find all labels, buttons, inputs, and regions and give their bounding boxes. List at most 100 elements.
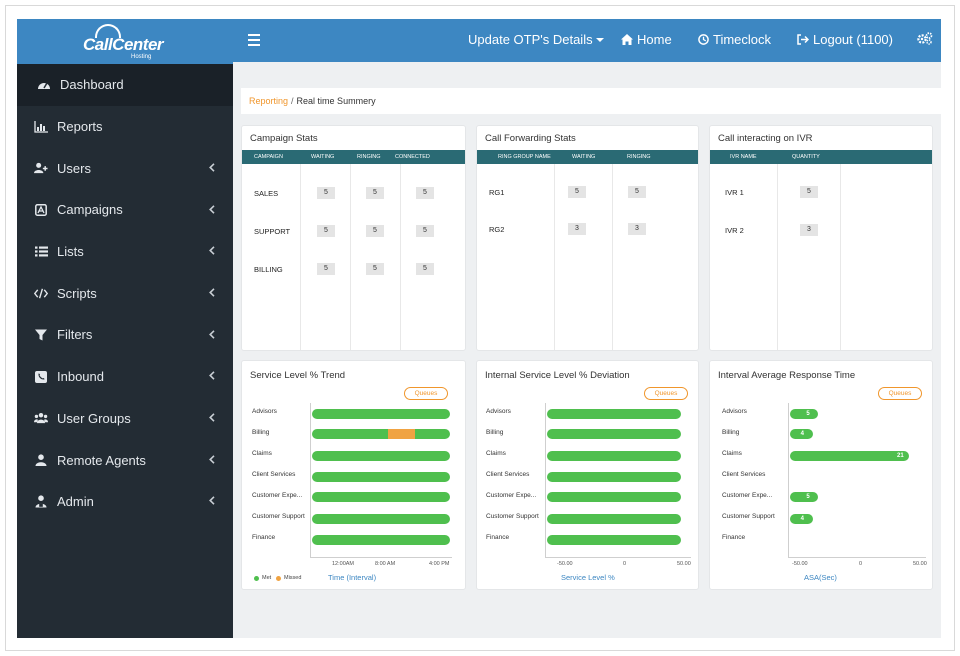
- column-divider: [400, 164, 401, 350]
- chevron-left-icon: [207, 328, 217, 340]
- cell-value: 5: [317, 187, 335, 199]
- call-forwarding-stats-panel: Call Forwarding Stats RING GROUP NAME WA…: [476, 125, 699, 351]
- clock-icon: [698, 34, 709, 45]
- sidebar-item-remote-agents[interactable]: Remote Agents: [17, 439, 233, 481]
- sidebar-item-users[interactable]: Users: [17, 147, 233, 189]
- home-label: Home: [637, 32, 672, 47]
- sidebar-item-label: Users: [57, 160, 91, 176]
- column-header: RING GROUP NAME: [498, 154, 551, 160]
- timeclock-link[interactable]: Timeclock: [698, 32, 771, 47]
- bar-chart-icon: [34, 120, 48, 134]
- settings-button[interactable]: [917, 32, 937, 45]
- cell-value: 3: [568, 223, 586, 235]
- category-label: Finance: [486, 534, 510, 541]
- cell-value: 5: [568, 186, 586, 198]
- x-axis-title: ASA(Sec): [804, 573, 837, 582]
- missed-bar: [387, 429, 416, 439]
- row-name: IVR 1: [725, 188, 744, 197]
- sidebar-item-dashboard[interactable]: Dashboard: [17, 64, 233, 106]
- cell-value: 5: [800, 186, 818, 198]
- chart-title: Internal Service Level % Deviation: [485, 370, 630, 381]
- logo-area[interactable]: CallCenter Hosting: [17, 19, 233, 64]
- chevron-left-icon: [207, 203, 217, 215]
- x-axis-title: Service Level %: [561, 573, 615, 582]
- sidebar-item-user-groups[interactable]: User Groups: [17, 398, 233, 440]
- cell-value: 5: [416, 187, 434, 199]
- cell-value: 5: [366, 225, 384, 237]
- callcenter-logo: CallCenter Hosting: [83, 23, 167, 60]
- home-link[interactable]: Home: [621, 32, 672, 47]
- cell-value: 5: [416, 263, 434, 275]
- met-bar: [312, 472, 450, 482]
- chevron-left-icon: [207, 495, 217, 507]
- met-bar: [312, 535, 450, 545]
- cell-value: 3: [628, 223, 646, 235]
- panel-title: Call Forwarding Stats: [485, 133, 576, 144]
- deviation-bar: [547, 451, 681, 461]
- category-label: Client Services: [722, 471, 766, 478]
- sidebar-item-admin[interactable]: Admin: [17, 481, 233, 523]
- chevron-left-icon: [207, 161, 217, 173]
- category-label: Billing: [486, 429, 504, 436]
- cell-value: 5: [317, 225, 335, 237]
- update-otp-dropdown[interactable]: Update OTP's Details: [468, 32, 604, 47]
- sidebar-item-campaigns[interactable]: Campaigns: [17, 189, 233, 231]
- filter-icon: [34, 328, 48, 342]
- category-label: Advisors: [722, 408, 747, 415]
- cell-value: 3: [800, 224, 818, 236]
- panel-title: Campaign Stats: [250, 133, 318, 144]
- category-label: Billing: [252, 429, 270, 436]
- legend-met: Met: [254, 575, 271, 581]
- queues-button[interactable]: Queues: [644, 387, 688, 400]
- column-divider: [554, 164, 555, 350]
- category-label: Customer Expe...: [722, 492, 773, 499]
- deviation-bar: [547, 429, 681, 439]
- deviation-bar: [547, 409, 681, 419]
- category-label: Client Services: [252, 471, 296, 478]
- category-label: Finance: [252, 534, 276, 541]
- category-label: Customer Support: [722, 513, 775, 520]
- sidebar-item-filters[interactable]: Filters: [17, 314, 233, 356]
- queues-button[interactable]: Queues: [878, 387, 922, 400]
- update-otp-label: Update OTP's Details: [468, 32, 593, 47]
- menu-toggle-icon[interactable]: [248, 34, 260, 46]
- cell-value: 5: [366, 187, 384, 199]
- x-tick-label: 0: [859, 561, 863, 567]
- queues-button[interactable]: Queues: [404, 387, 448, 400]
- breadcrumb-reporting-link[interactable]: Reporting: [249, 96, 288, 106]
- sidebar-item-scripts[interactable]: Scripts: [17, 272, 233, 314]
- row-name: IVR 2: [725, 226, 744, 235]
- legend-dot-met: [254, 575, 259, 581]
- logo-name: CallCenter: [83, 34, 164, 54]
- sidebar-item-label: Lists: [57, 244, 84, 260]
- logout-label: Logout (1100): [813, 32, 893, 47]
- sidebar-item-inbound[interactable]: Inbound: [17, 356, 233, 398]
- category-label: Customer Support: [252, 513, 305, 520]
- chevron-left-icon: [207, 370, 217, 382]
- row-name: RG1: [489, 188, 505, 197]
- sidebar-item-label: Campaigns: [57, 202, 123, 218]
- chevron-left-icon: [207, 453, 217, 465]
- sidebar-item-label: Dashboard: [60, 77, 124, 93]
- row-name: SUPPORT: [254, 227, 291, 236]
- bar-data-label: 5: [806, 411, 810, 417]
- sidebar-item-lists[interactable]: Lists: [17, 231, 233, 273]
- cell-value: 5: [628, 186, 646, 198]
- sidebar-item-reports[interactable]: Reports: [17, 106, 233, 148]
- chart-title: Service Level % Trend: [250, 370, 346, 381]
- logout-link[interactable]: Logout (1100): [797, 32, 893, 47]
- deviation-bar: [547, 492, 681, 502]
- column-divider: [300, 164, 301, 350]
- category-label: Customer Expe...: [486, 492, 537, 499]
- met-bar: [312, 409, 450, 419]
- sidebar-item-label: Remote Agents: [57, 452, 146, 468]
- x-tick-label: 8:00 AM: [375, 561, 396, 567]
- phone-icon: [34, 370, 48, 384]
- category-label: Claims: [252, 450, 272, 457]
- row-name: SALES: [254, 189, 279, 198]
- x-tick-label: 50.00: [677, 561, 691, 567]
- table-header: RING GROUP NAME WAITING RINGING: [477, 150, 698, 164]
- sidebar-item-label: Filters: [57, 327, 93, 343]
- category-label: Advisors: [486, 408, 511, 415]
- category-label: Claims: [722, 450, 742, 457]
